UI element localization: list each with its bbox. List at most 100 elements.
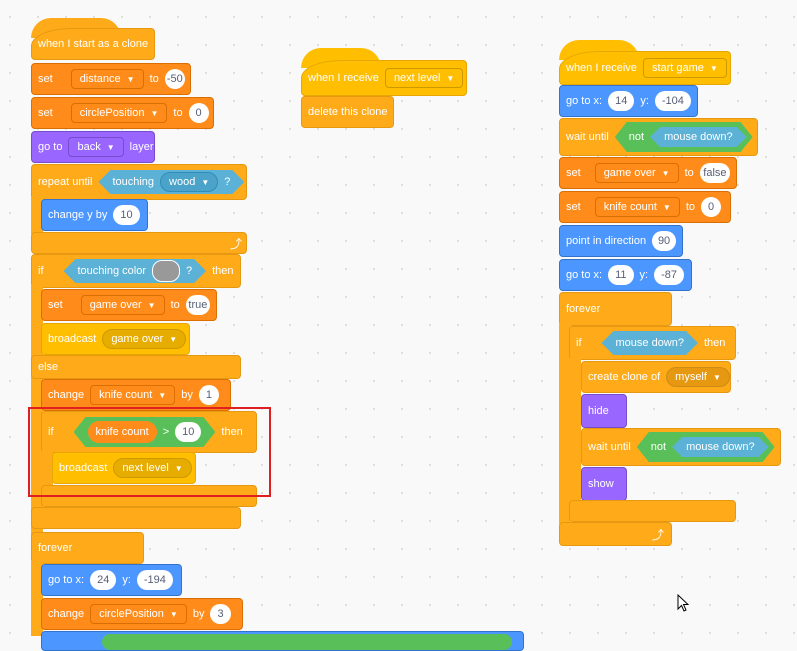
go-to-layer-block[interactable]: go to back ▼ layer bbox=[31, 131, 155, 163]
else-label: else bbox=[38, 361, 59, 373]
broadcast-game-over-block[interactable]: broadcast game over ▼ bbox=[41, 323, 190, 355]
goto-x-label: go to x: bbox=[48, 574, 85, 586]
motion-block-partial[interactable] bbox=[41, 631, 524, 651]
dropdown-arrow-icon: ▼ bbox=[201, 177, 210, 187]
not-operator[interactable]: not mouse down? bbox=[615, 122, 753, 152]
wait-until-block[interactable]: wait until not mouse down? bbox=[559, 118, 758, 156]
delete-this-clone-block[interactable]: delete this clone bbox=[301, 96, 394, 128]
not-operator[interactable]: not mouse down? bbox=[637, 432, 775, 462]
message-dropdown[interactable]: next level ▼ bbox=[384, 68, 464, 88]
y-input[interactable]: -194 bbox=[136, 570, 173, 590]
dropdown-arrow-icon: ▼ bbox=[712, 372, 721, 382]
set-label: set bbox=[38, 107, 53, 119]
repeat-until-block[interactable]: repeat until touching wood ▼ ? bbox=[31, 164, 247, 200]
value-input[interactable]: 1 bbox=[198, 385, 219, 405]
value-input[interactable]: 0 bbox=[188, 103, 209, 123]
set-circleposition-block[interactable]: set circlePosition ▼ to 0 bbox=[31, 97, 214, 129]
direction-input[interactable]: 90 bbox=[652, 231, 676, 251]
if-arm bbox=[569, 358, 581, 508]
forever-block[interactable]: forever bbox=[559, 292, 672, 326]
dropdown-value: game over bbox=[89, 299, 142, 311]
by-label: by bbox=[181, 389, 193, 401]
hat-label: when I receive bbox=[566, 62, 637, 74]
show-block[interactable]: show bbox=[581, 467, 627, 501]
change-y-block[interactable]: change y by 10 bbox=[41, 199, 148, 231]
if-touching-color-block[interactable]: if touching color ? then bbox=[31, 254, 241, 288]
dropdown-value: circlePosition bbox=[79, 107, 145, 119]
set-distance-block[interactable]: set distance ▼ to -50 bbox=[31, 63, 191, 95]
when-i-receive-hat[interactable]: when I receive start game ▼ bbox=[559, 51, 731, 85]
question-mark: ? bbox=[224, 176, 231, 188]
if-mouse-down-block[interactable]: if mouse down? then bbox=[569, 326, 736, 360]
by-label: by bbox=[192, 608, 205, 620]
message-dropdown[interactable]: game over ▼ bbox=[102, 329, 187, 349]
mouse-down-condition[interactable]: mouse down? bbox=[650, 127, 747, 147]
message-dropdown[interactable]: start game ▼ bbox=[642, 58, 727, 78]
goto-x-label: go to x: bbox=[566, 269, 603, 281]
hide-label: hide bbox=[588, 405, 609, 417]
touching-color-label: touching color bbox=[77, 265, 146, 277]
mouse-down-condition[interactable]: mouse down? bbox=[672, 437, 769, 457]
value-input[interactable]: 10 bbox=[113, 205, 140, 225]
variable-dropdown[interactable]: knife count ▼ bbox=[90, 385, 176, 405]
x-input[interactable]: 11 bbox=[608, 265, 634, 285]
else-bar: else bbox=[31, 355, 241, 379]
go-to-xy-block[interactable]: go to x: 24 y: -194 bbox=[41, 564, 182, 596]
value-input[interactable]: -50 bbox=[164, 69, 185, 89]
when-i-receive-hat[interactable]: when I receive next level ▼ bbox=[301, 60, 467, 96]
value-input[interactable]: false bbox=[699, 163, 730, 183]
dropdown-value: game over bbox=[603, 167, 656, 179]
question-mark: ? bbox=[186, 265, 193, 277]
touching-condition[interactable]: touching wood ▼ ? bbox=[98, 170, 244, 194]
x-input[interactable]: 14 bbox=[608, 91, 635, 111]
dropdown-arrow-icon: ▼ bbox=[169, 609, 178, 619]
clone-target-dropdown[interactable]: myself ▼ bbox=[666, 367, 730, 387]
y-input[interactable]: -87 bbox=[654, 265, 684, 285]
value-input[interactable]: true bbox=[185, 295, 210, 315]
create-clone-block[interactable]: create clone of myself ▼ bbox=[581, 361, 731, 393]
wait-until-block-2[interactable]: wait until not mouse down? bbox=[581, 428, 781, 466]
wait-until-label: wait until bbox=[566, 131, 609, 143]
set-label: set bbox=[566, 167, 581, 179]
value-input[interactable]: 3 bbox=[210, 604, 231, 624]
set-label: set bbox=[48, 299, 63, 311]
dropdown-arrow-icon: ▼ bbox=[106, 142, 115, 152]
color-swatch[interactable] bbox=[152, 260, 180, 282]
if-label: if bbox=[576, 337, 582, 349]
when-start-as-clone-hat[interactable]: when I start as a clone bbox=[31, 28, 155, 60]
hide-block[interactable]: hide bbox=[581, 394, 627, 428]
dropdown-value: start game bbox=[651, 62, 704, 74]
forever-label: forever bbox=[566, 303, 601, 315]
go-to-xy-block-2[interactable]: go to x: 11 y: -87 bbox=[559, 259, 692, 291]
variable-dropdown[interactable]: game over ▼ bbox=[80, 295, 165, 315]
change-circleposition-block[interactable]: change circlePosition ▼ by 3 bbox=[41, 598, 243, 630]
y-input[interactable]: -104 bbox=[654, 91, 691, 111]
variable-dropdown[interactable]: distance ▼ bbox=[70, 69, 144, 89]
variable-dropdown[interactable]: circlePosition ▼ bbox=[70, 103, 168, 123]
value-input[interactable]: 0 bbox=[701, 197, 722, 217]
go-to-xy-block[interactable]: go to x: 14 y: -104 bbox=[559, 85, 698, 117]
variable-dropdown[interactable]: circlePosition ▼ bbox=[90, 604, 187, 624]
set-game-over-block[interactable]: set game over ▼ to false bbox=[559, 157, 737, 189]
set-game-over-block[interactable]: set game over ▼ to true bbox=[41, 289, 217, 321]
dropdown-arrow-icon: ▼ bbox=[661, 168, 670, 178]
variable-dropdown[interactable]: knife count ▼ bbox=[594, 197, 680, 217]
touching-color-condition[interactable]: touching color ? bbox=[64, 259, 207, 283]
layer-dropdown[interactable]: back ▼ bbox=[68, 137, 124, 157]
repeat-until-bottom bbox=[31, 232, 247, 254]
hat-label: when I start as a clone bbox=[38, 38, 149, 50]
to-label: to bbox=[170, 299, 180, 311]
touching-dropdown[interactable]: wood ▼ bbox=[160, 172, 218, 192]
set-knife-count-block[interactable]: set knife count ▼ to 0 bbox=[559, 191, 731, 223]
then-label: then bbox=[212, 265, 234, 277]
forever-block[interactable]: forever bbox=[31, 532, 144, 564]
loop-arrow-icon: ⤴ bbox=[652, 528, 665, 542]
variable-dropdown[interactable]: game over ▼ bbox=[594, 163, 679, 183]
dropdown-value: back bbox=[77, 141, 101, 153]
point-in-direction-block[interactable]: point in direction 90 bbox=[559, 225, 683, 257]
create-clone-label: create clone of bbox=[588, 371, 661, 383]
mouse-down-condition[interactable]: mouse down? bbox=[602, 331, 699, 355]
dropdown-value: myself bbox=[675, 371, 707, 383]
dropdown-arrow-icon: ▼ bbox=[446, 73, 455, 83]
x-input[interactable]: 24 bbox=[90, 570, 117, 590]
